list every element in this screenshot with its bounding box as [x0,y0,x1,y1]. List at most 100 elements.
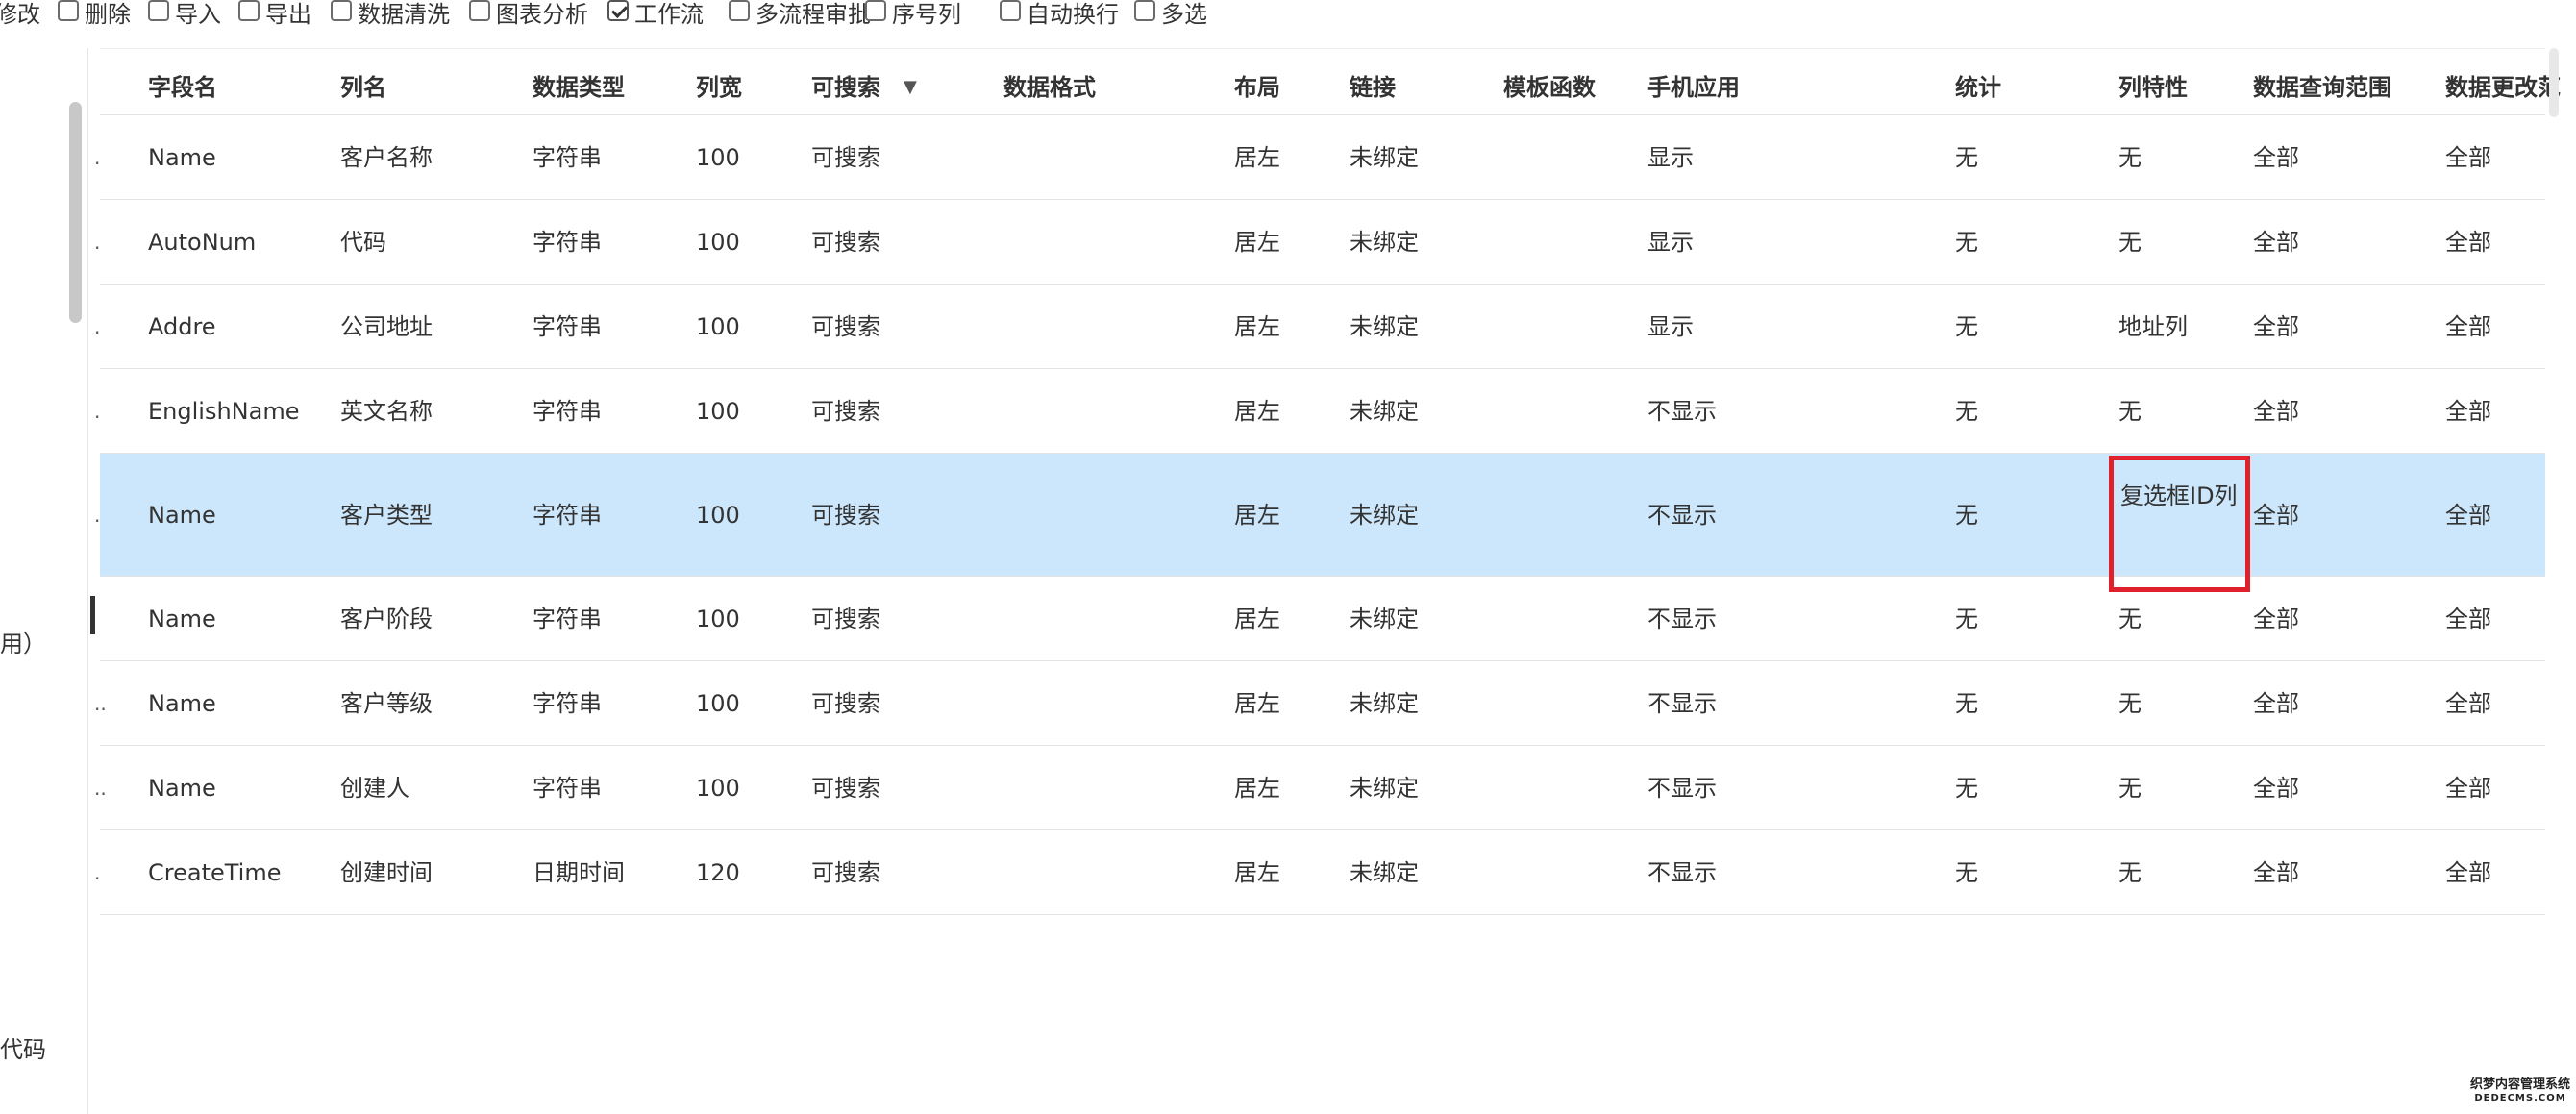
table-cell[interactable]: 字符串 [533,454,602,577]
table-cell[interactable]: 全部 [2253,577,2299,661]
table-cell[interactable]: 居左 [1234,115,1280,200]
column-header[interactable]: 数据查询范围 [2253,49,2391,116]
toolbar-option[interactable]: 导出 [238,0,311,29]
table-cell[interactable]: 可搜索 [811,661,880,746]
table-cell[interactable]: 无 [2118,200,2142,285]
table-cell[interactable]: 未绑定 [1350,115,1419,200]
toolbar-option[interactable]: 多选 [1134,0,1207,29]
table-cell[interactable]: 未绑定 [1350,454,1419,577]
table-cell[interactable]: 全部 [2253,115,2299,200]
table-cell[interactable]: Name [148,661,216,746]
table-cell[interactable]: 居左 [1234,661,1280,746]
highlighted-cell-text[interactable]: 复选框ID列 [2120,477,2245,515]
table-cell[interactable]: 可搜索 [811,200,880,285]
table-cell[interactable]: 字符串 [533,200,602,285]
table-cell[interactable]: 可搜索 [811,746,880,830]
table-cell[interactable]: 无 [2118,830,2142,915]
table-cell[interactable]: 无 [1955,369,1978,454]
table-cell[interactable]: 居左 [1234,830,1280,915]
table-cell[interactable]: 可搜索 [811,369,880,454]
checkbox[interactable] [331,0,352,21]
column-header[interactable]: 列特性 [2118,49,2188,116]
table-cell[interactable]: 字符串 [533,661,602,746]
toolbar-option[interactable]: 多流程审批 [729,0,871,29]
table-cell[interactable]: 未绑定 [1350,661,1419,746]
checkbox[interactable] [865,0,886,21]
table-cell[interactable]: 显示 [1647,285,1694,369]
table-cell[interactable]: 公司地址 [340,285,433,369]
table-cell[interactable]: 全部 [2445,746,2491,830]
column-header[interactable]: 可搜索 [811,49,880,116]
table-cell[interactable]: 全部 [2445,115,2491,200]
table-cell[interactable]: 无 [2118,369,2142,454]
table-cell[interactable]: 120 [696,830,740,915]
toolbar-option[interactable]: 自动换行 [1000,0,1119,29]
table-cell[interactable]: 全部 [2253,830,2299,915]
column-header[interactable]: 布局 [1234,49,1280,116]
table-cell[interactable]: 无 [1955,661,1978,746]
table-cell[interactable]: 居左 [1234,577,1280,661]
table-cell[interactable]: 未绑定 [1350,577,1419,661]
table-cell[interactable]: 客户等级 [340,661,433,746]
toolbar-option[interactable]: 数据清洗 [331,0,450,29]
table-cell[interactable]: 100 [696,454,740,577]
column-header[interactable]: 手机应用 [1647,49,1740,116]
column-header[interactable]: 列名 [340,49,386,116]
table-cell[interactable]: 全部 [2445,661,2491,746]
table-cell[interactable]: 字符串 [533,369,602,454]
toolbar-option[interactable]: 序号列 [865,0,961,29]
table-cell[interactable]: 不显示 [1647,369,1717,454]
table-cell[interactable]: Name [148,746,216,830]
table-cell[interactable]: 未绑定 [1350,830,1419,915]
table-cell[interactable]: CreateTime [148,830,281,915]
table-cell[interactable]: 显示 [1647,200,1694,285]
checkbox[interactable] [1134,0,1155,21]
column-header[interactable]: 字段名 [148,49,217,116]
table-cell[interactable]: 100 [696,115,740,200]
table-cell[interactable]: 居左 [1234,285,1280,369]
table-row[interactable]: .. Name 创建人 字符串 100 可搜索 居左 未绑定 不显示 无 无 全部 全部 [94,746,2545,830]
toolbar-option[interactable]: 导入 [148,0,221,29]
table-cell[interactable]: 无 [1955,454,1978,577]
checkbox[interactable] [1000,0,1021,21]
table-row[interactable]: .. Name 客户等级 字符串 100 可搜索 居左 未绑定 不显示 无 无 全部 全部 [94,661,2545,746]
table-cell[interactable]: 无 [1955,285,1978,369]
table-cell[interactable]: 不显示 [1647,746,1717,830]
table-cell[interactable]: 全部 [2445,200,2491,285]
table-cell[interactable]: 未绑定 [1350,200,1419,285]
table-row[interactable]: . Name 客户名称 字符串 100 可搜索 居左 未绑定 显示 无 无 全部 全部 [94,115,2545,200]
table-cell[interactable]: Name [148,454,216,577]
table-row[interactable]: . EnglishName 英文名称 字符串 100 可搜索 居左 未绑定 不显示 无 无 全部 全部 [94,369,2545,454]
table-row[interactable]: . CreateTime 创建时间 日期时间 120 可搜索 居左 未绑定 不显示 无 无 全部 全部 [94,830,2545,915]
table-cell[interactable]: 未绑定 [1350,746,1419,830]
table-cell[interactable]: 可搜索 [811,115,880,200]
table-cell[interactable]: 全部 [2445,454,2491,577]
checkbox[interactable] [148,0,169,21]
table-cell[interactable]: 日期时间 [533,830,625,915]
table-cell[interactable]: 全部 [2253,746,2299,830]
table-cell[interactable]: 客户类型 [340,454,433,577]
table-cell[interactable]: 客户名称 [340,115,433,200]
table-cell[interactable]: 100 [696,285,740,369]
table-cell[interactable]: 不显示 [1647,454,1717,577]
table-cell[interactable]: 显示 [1647,115,1694,200]
table-cell[interactable]: 100 [696,661,740,746]
table-cell[interactable]: 不显示 [1647,830,1717,915]
table-cell[interactable]: 无 [2118,661,2142,746]
table-cell[interactable]: 未绑定 [1350,285,1419,369]
column-header[interactable]: 数据类型 [533,49,625,116]
table-cell[interactable]: 客户阶段 [340,577,433,661]
table-cell[interactable]: 100 [696,746,740,830]
table-cell[interactable]: 地址列 [2118,285,2188,369]
table-cell[interactable]: 居左 [1234,200,1280,285]
table-cell[interactable]: 无 [2118,115,2142,200]
table-cell[interactable]: 全部 [2253,200,2299,285]
table-cell[interactable]: 100 [696,577,740,661]
sort-down-icon[interactable]: ▼ [904,49,917,116]
table-cell[interactable]: 代码 [340,200,386,285]
table-cell[interactable]: 无 [1955,830,1978,915]
table-cell[interactable]: 全部 [2253,285,2299,369]
table-cell[interactable]: 英文名称 [340,369,433,454]
checkbox[interactable] [729,0,750,21]
table-cell[interactable]: 不显示 [1647,661,1717,746]
